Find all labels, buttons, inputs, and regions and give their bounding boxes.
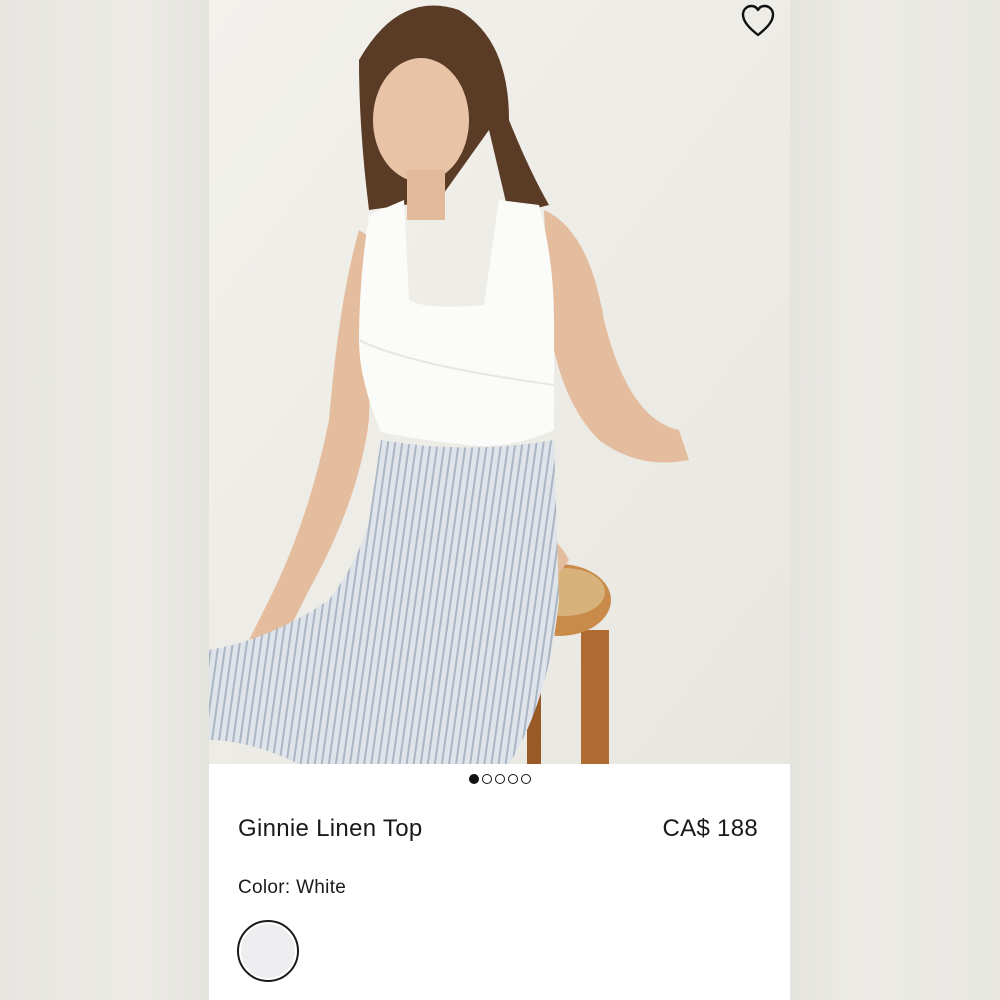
color-label-row: Color: White [238,877,346,899]
product-price: CA$ 188 [662,815,758,842]
product-title-row: Ginnie Linen Top CA$ 188 [238,812,758,846]
color-swatch-fill [241,924,295,978]
product-image[interactable] [209,0,790,764]
color-swatch-white[interactable] [237,920,299,982]
color-value: White [296,877,347,898]
product-detail-screen: Ginnie Linen Top CA$ 188 Color: White [209,0,790,1000]
color-label: Color: [238,877,291,898]
blurred-backdrop-left [0,0,209,1000]
blurred-backdrop-right [790,0,1000,1000]
product-name: Ginnie Linen Top [238,815,423,842]
carousel-dot-2[interactable] [481,774,492,784]
carousel-dot-1[interactable] [468,774,479,784]
wishlist-heart-icon[interactable] [740,4,776,38]
carousel-dot-4[interactable] [507,774,518,784]
carousel-dot-5[interactable] [520,774,531,784]
carousel-dot-3[interactable] [494,774,505,784]
carousel-pagination [209,774,790,788]
product-photo-illustration [209,0,790,764]
